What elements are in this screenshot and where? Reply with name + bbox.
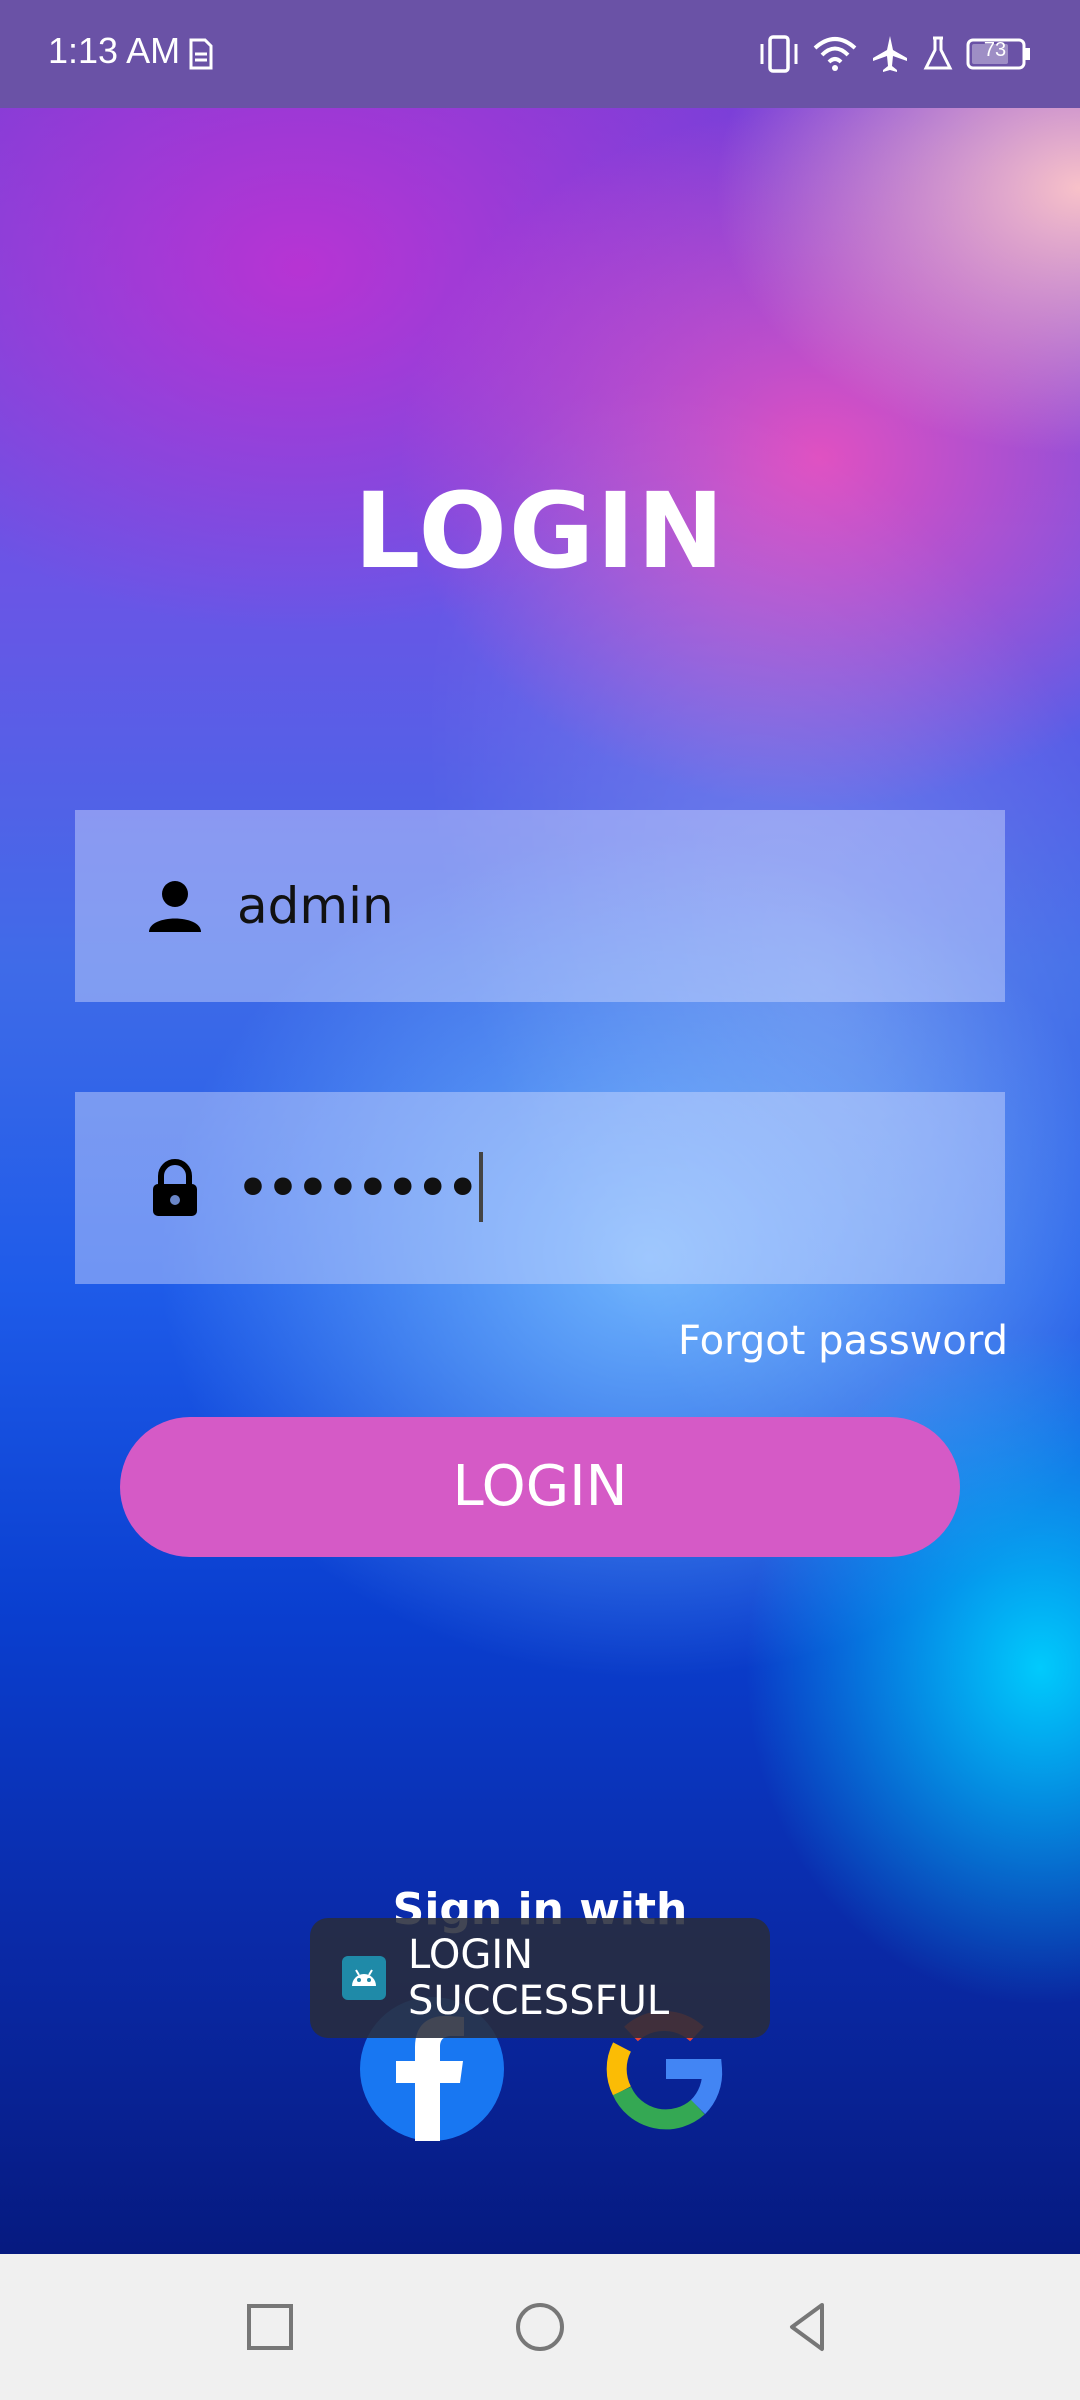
battery-level: 73 [983, 39, 1007, 61]
home-button[interactable] [510, 2297, 570, 2357]
sim-icon [186, 30, 216, 78]
toast-notification: LOGIN SUCCESSFUL [310, 1918, 770, 2038]
flask-icon [922, 30, 954, 78]
username-input[interactable]: admin [237, 810, 394, 1002]
status-time: 1:13 AM [48, 30, 181, 71]
password-input[interactable]: •••••••• [237, 1092, 479, 1284]
login-button[interactable]: LOGIN [120, 1417, 960, 1557]
airplane-icon [870, 30, 910, 78]
navigation-bar [0, 2254, 1080, 2400]
back-button[interactable] [778, 2297, 838, 2357]
battery-icon: 73 [966, 30, 1032, 78]
vibrate-icon [756, 30, 802, 78]
wifi-icon [812, 30, 858, 78]
user-icon [145, 876, 205, 936]
forgot-password-link[interactable]: Forgot password [678, 1318, 1008, 1364]
recents-button[interactable] [240, 2297, 300, 2357]
text-cursor [479, 1152, 483, 1222]
toast-message: LOGIN SUCCESSFUL [408, 1932, 670, 2024]
lock-icon [145, 1158, 205, 1218]
status-bar: 1:13 AM 73 [0, 0, 1080, 108]
password-field[interactable]: •••••••• [75, 1092, 1005, 1284]
page-title: LOGIN [353, 470, 727, 592]
username-field[interactable]: admin [75, 810, 1005, 1002]
android-icon [342, 1956, 386, 2000]
